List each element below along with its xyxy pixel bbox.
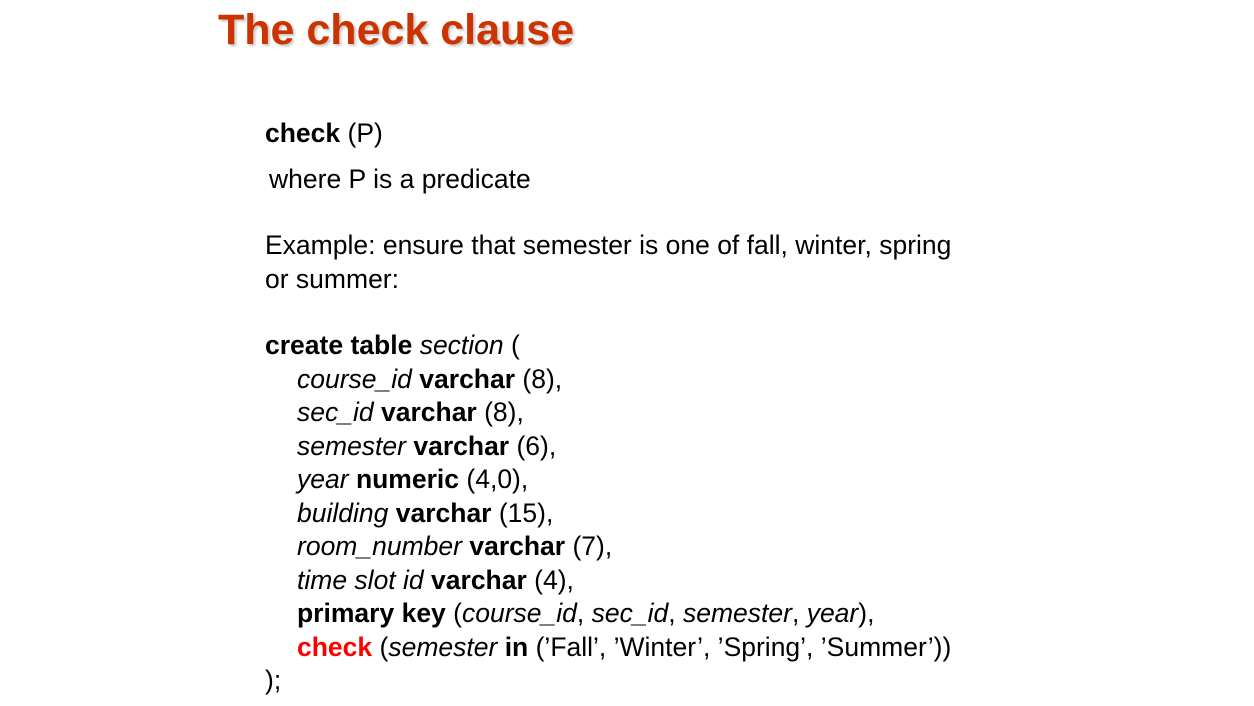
create-table-keyword: create table [265,330,413,360]
pk-separator: , [576,598,592,628]
check-column: semester [388,631,498,662]
pk-column: year [806,598,859,628]
check-constraint-keyword: check [297,631,373,662]
column-type: varchar [431,564,527,595]
column-name: year [297,464,349,494]
column-type: varchar [395,497,492,528]
check-syntax-line: check (P) [265,117,951,151]
column-def: time slot id varchar (4), [265,564,951,598]
column-size: (4,0), [459,464,529,494]
column-type: varchar [419,363,516,394]
column-name: building [297,497,389,528]
primary-key-line: primary key (course_id, sec_id, semester… [265,597,951,631]
primary-key-keyword: primary key [297,598,446,628]
pk-column: course_id [461,598,577,628]
check-keyword: check [265,118,341,148]
check-open-paren: ( [372,631,389,662]
column-size: (15), [491,497,554,528]
pk-column: semester [682,598,792,628]
column-type: numeric [355,464,460,494]
close-statement: ); [265,665,282,695]
column-name: room_number [297,531,462,561]
column-type: varchar [413,430,510,461]
create-table-line: create table section ( [265,329,951,363]
column-name: time slot id [297,564,424,595]
column-def: course_id varchar (8), [265,363,951,397]
column-size: (8), [515,363,563,394]
sql-code-block: create table section ( course_id varchar… [265,329,951,698]
column-size: (6), [509,430,557,461]
pk-close-paren: ), [858,598,875,628]
check-values: (’Fall’, ’Winter’, ’Spring’, ’Summer’)) [528,631,952,662]
column-def: semester varchar (6), [265,430,951,464]
example-line-1: Example: ensure that semester is one of … [265,230,952,260]
pk-column: sec_id [591,598,669,628]
column-name: semester [297,430,406,461]
column-type: varchar [380,397,477,427]
where-text: where P is a predicate [269,163,531,194]
column-def: room_number varchar (7), [265,530,951,564]
example-line-2: or summer: [265,263,399,294]
check-arg: (P) [340,118,383,148]
column-def: year numeric (4,0), [265,463,951,497]
column-def: building varchar (15), [265,497,951,531]
slide-title: The check clause [218,6,575,54]
column-size: (7), [565,531,613,561]
pk-open-paren: ( [445,598,462,628]
pk-separator: , [791,598,807,628]
column-type: varchar [469,531,566,561]
slide-body: check (P) where P is a predicate Example… [265,117,951,698]
check-constraint-line: check (semester in (’Fall’, ’Winter’, ’S… [265,631,951,665]
column-def: sec_id varchar (8), [265,396,951,430]
column-size: (4), [526,564,574,595]
open-paren: ( [503,330,520,360]
column-size: (8), [476,397,524,427]
pk-separator: , [668,598,683,628]
in-keyword: in [504,631,529,662]
table-name: section [419,330,504,360]
column-name: course_id [297,363,412,394]
column-name: sec_id [297,397,374,427]
